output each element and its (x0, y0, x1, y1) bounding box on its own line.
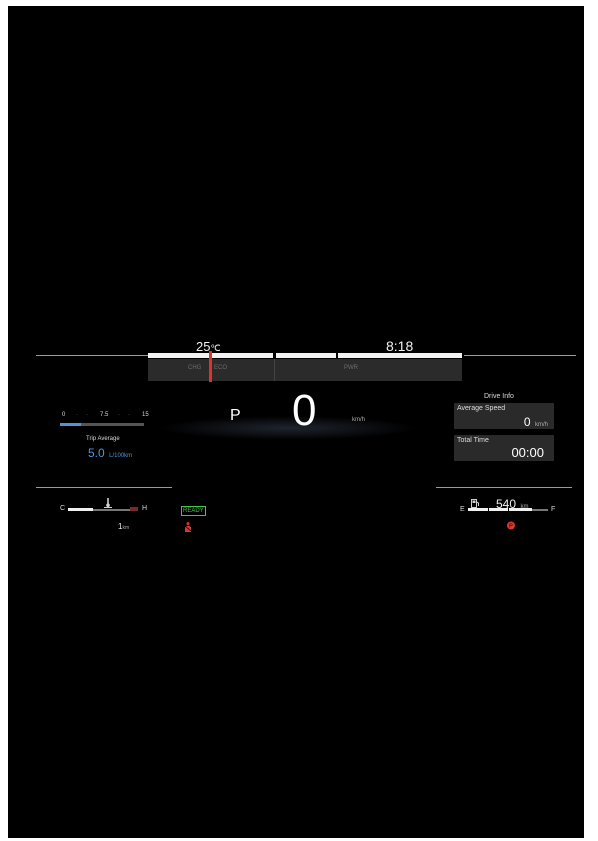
fuel-economy-scale: 0 · · 7.5 · · 15 (62, 412, 154, 422)
header-divider-left (36, 355, 148, 356)
coolant-cold-label: C (60, 505, 66, 512)
coolant-hot-label: H (142, 505, 148, 512)
power-meter-needle (209, 351, 212, 382)
power-meter-bar-right (338, 353, 462, 358)
scale-max: 15 (142, 412, 149, 418)
total-time-value: 00:00 (511, 445, 544, 460)
scale-tick: · (86, 412, 88, 418)
header-divider-right (464, 355, 576, 356)
coolant-hot-zone (130, 507, 138, 511)
lower-divider-left (36, 487, 172, 488)
power-meter-divider (274, 359, 275, 381)
total-time-label: Total Time (457, 437, 489, 444)
coolant-thermometer-icon (104, 495, 112, 508)
average-speed-box: Average Speed 0 km/h (454, 403, 554, 429)
fuel-pump-icon (471, 495, 479, 508)
fuel-empty-label: E (460, 506, 465, 513)
instrument-cluster: 25℃ 8:18 CHG ECO PWR P 0 km/h 0 · · 7.5 … (8, 6, 584, 838)
trip-average-number: 5.0 (88, 446, 105, 460)
fuel-tick-2 (508, 507, 509, 511)
coolant-fill (68, 508, 93, 511)
scale-min: 0 (62, 412, 66, 418)
eco-label: ECO (214, 365, 228, 371)
average-speed-label: Average Speed (457, 405, 506, 412)
scale-tick: · (128, 412, 130, 418)
trip-average-value: 5.0 L/100km (88, 444, 132, 462)
speedometer-glow (158, 416, 418, 440)
scale-mid: 7.5 (100, 412, 109, 418)
odometer-unit: km (122, 525, 130, 531)
lower-divider-right (436, 487, 572, 488)
average-speed-unit: km/h (534, 422, 548, 428)
total-time-box: Total Time 00:00 (454, 435, 554, 461)
trip-average-title: Trip Average (86, 436, 120, 442)
average-speed-reading: 0 km/h (524, 413, 548, 431)
odometer: 1km (118, 516, 129, 534)
gear-indicator: P (230, 407, 241, 424)
average-speed-value: 0 (523, 415, 531, 429)
drive-info-title: Drive Info (484, 393, 514, 400)
fuel-fill (468, 508, 532, 511)
clock: 8:18 (386, 338, 414, 354)
power-meter-bar-mid (276, 353, 336, 358)
scale-tick: · (118, 412, 120, 418)
ready-indicator: READY (181, 506, 206, 516)
chg-label: CHG (188, 365, 202, 371)
speed-unit: km/h (352, 417, 366, 423)
trip-average-unit: L/100km (109, 453, 133, 459)
pwr-label: PWR (344, 365, 358, 371)
fuel-full-label: F (551, 506, 556, 513)
seatbelt-warning-icon (184, 519, 192, 532)
svg-text:P: P (509, 524, 513, 530)
fuel-tick-1 (488, 507, 489, 511)
fuel-economy-fill (60, 423, 81, 426)
speed-value: 0 (292, 386, 317, 435)
scale-tick: · (76, 412, 78, 418)
parking-brake-icon: P (506, 517, 516, 530)
